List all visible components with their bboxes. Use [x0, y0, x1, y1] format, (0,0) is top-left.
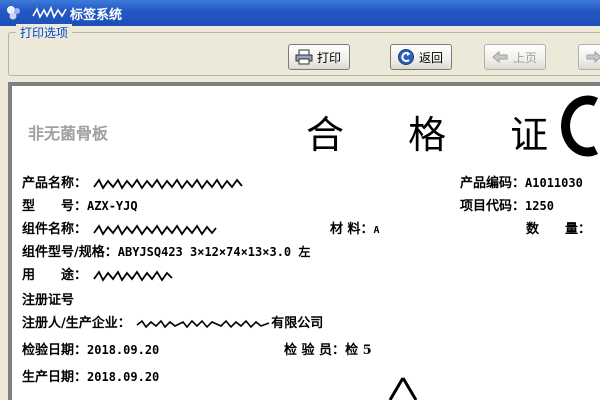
product-code-label: 产品编码：: [460, 176, 526, 191]
app-window: 标签系统 打印选项 打印 返回 上页 非无菌骨板 合 格 证 产品名称： 产品编…: [0, 0, 600, 400]
warning-triangle-icon: [388, 377, 418, 400]
product-name-row: 产品名称：: [22, 172, 244, 191]
manufacturer-suffix: 有限公司: [271, 316, 324, 331]
material-label: 材 料：: [330, 222, 374, 237]
arrow-right-icon: [586, 50, 600, 64]
redacted-scribble-icon: [136, 319, 270, 328]
partial-logo-c: [561, 95, 598, 157]
sterile-notice: 非无菌骨板: [28, 124, 109, 143]
redacted-scribble-icon: [92, 223, 217, 236]
certificate-title: 合 格 证: [306, 113, 575, 157]
model-value: AZX-YJQ: [87, 199, 138, 213]
back-button[interactable]: 返回: [390, 44, 452, 70]
print-button-label: 打印: [317, 50, 342, 65]
inspector-label: 检 验 员：: [284, 343, 346, 358]
registration-row: 注册证号: [22, 289, 74, 308]
model-row: 型 号：AZX-YJQ: [22, 195, 138, 214]
inspect-date-row: 检验日期：2018.09.20: [22, 339, 159, 358]
redacted-scribble-icon: [92, 177, 243, 190]
inspect-date-value: 2018.09.20: [87, 343, 160, 357]
model-label: 型 号：: [22, 199, 88, 214]
spec-label: 组件型号/规格：: [22, 245, 118, 260]
registration-label: 注册证号: [22, 293, 75, 308]
arrow-left-icon: [492, 50, 508, 64]
print-button[interactable]: 打印: [288, 44, 350, 70]
component-name-label: 组件名称：: [22, 222, 88, 237]
production-date-value: 2018.09.20: [87, 370, 160, 384]
app-icon: [7, 6, 20, 20]
inspector-value: 检 5: [345, 343, 372, 358]
printer-icon: [295, 49, 313, 65]
quantity-label: 数 量：: [526, 222, 592, 237]
project-code-label: 项目代码：: [460, 199, 526, 214]
spec-row: 组件型号/规格：ABYJSQ423 3×12×74×13×3.0 左: [22, 241, 310, 260]
manufacturer-row: 注册人/生产企业： 有限公司: [22, 312, 323, 331]
title-bar[interactable]: 标签系统: [0, 0, 600, 26]
redacted-scribble-icon: [92, 269, 173, 282]
product-code-row: 产品编码：A1011030: [460, 172, 583, 191]
usage-row: 用 途：: [22, 264, 174, 283]
spec-value: ABYJSQ423 3×12×74×13×3.0 左: [117, 245, 311, 259]
inspect-date-label: 检验日期：: [22, 343, 88, 358]
project-code-value: 1250: [525, 199, 554, 213]
product-code-value: A1011030: [525, 176, 583, 190]
back-button-label: 返回: [419, 50, 444, 65]
material-row: 材 料：A: [330, 218, 380, 237]
production-date-label: 生产日期：: [22, 370, 88, 385]
component-name-row: 组件名称：: [22, 218, 218, 237]
product-name-label: 产品名称：: [22, 176, 88, 191]
quantity-row: 数 量：: [526, 218, 591, 237]
prev-page-button[interactable]: 上页: [484, 44, 546, 70]
return-icon: [398, 49, 414, 65]
window-title: 标签系统: [70, 8, 123, 23]
inspector-row: 检 验 员：检 5: [284, 339, 372, 358]
usage-label: 用 途：: [22, 268, 88, 283]
manufacturer-label: 注册人/生产企业：: [22, 316, 131, 331]
project-code-row: 项目代码：1250: [460, 195, 554, 214]
redacted-scribble-icon: [32, 6, 67, 19]
production-date-row: 生产日期：2018.09.20: [22, 366, 159, 385]
next-page-button[interactable]: [578, 44, 600, 70]
material-value: A: [373, 225, 380, 236]
print-options-label: 打印选项: [16, 24, 73, 41]
prev-page-label: 上页: [513, 50, 538, 65]
